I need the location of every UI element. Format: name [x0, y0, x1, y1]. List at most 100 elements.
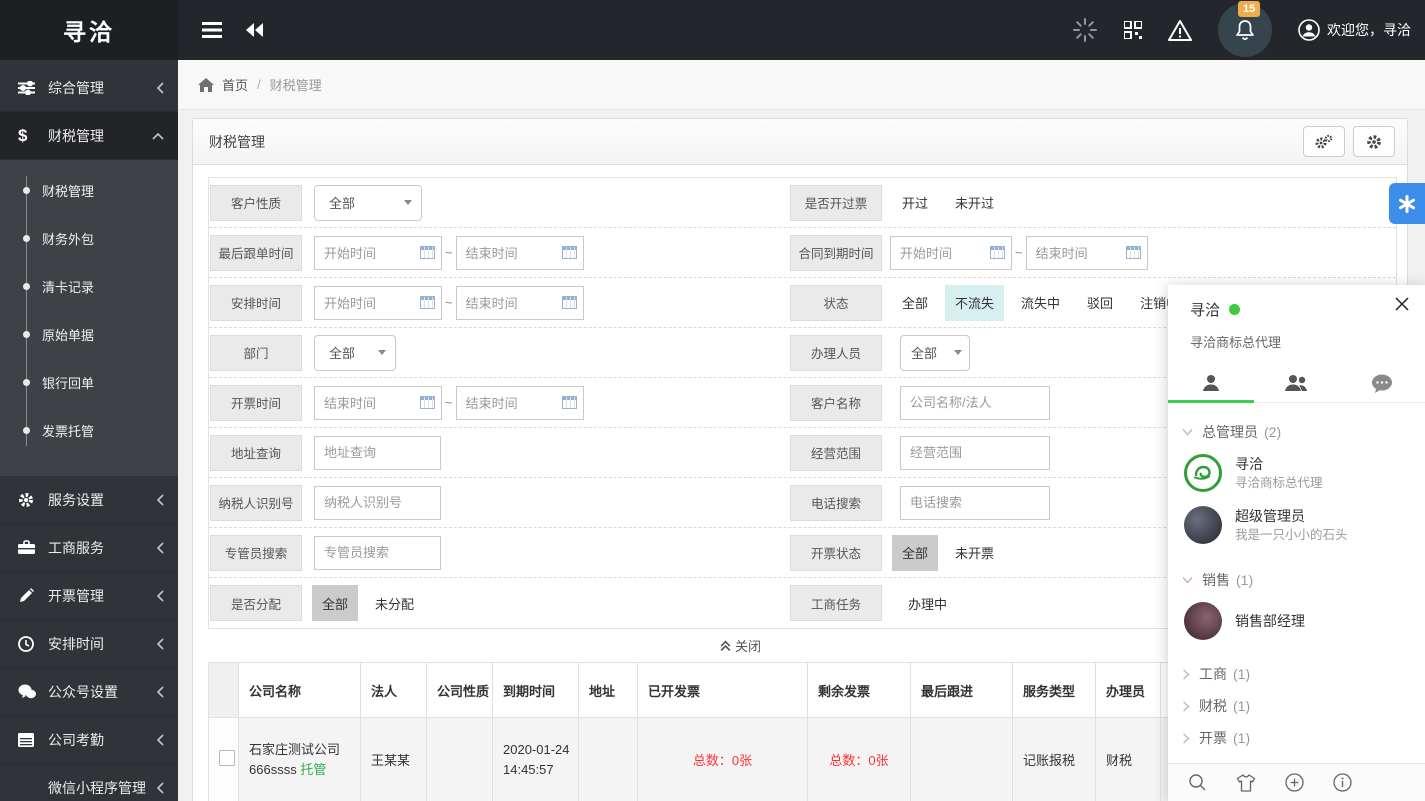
sidebar-item-schedule-time[interactable]: 安排时间: [0, 620, 178, 668]
status-option-rejected[interactable]: 驳回: [1077, 285, 1123, 321]
chat-bubble-icon: [1371, 374, 1393, 393]
handler-select[interactable]: 全部: [900, 335, 970, 371]
assigned-option-all[interactable]: 全部: [312, 585, 358, 621]
gear-icon: [1366, 134, 1382, 150]
filter-label-contract-expiry: 合同到期时间: [790, 235, 882, 271]
group-business[interactable]: 工商(1): [1168, 659, 1425, 689]
filter-label-department: 部门: [210, 335, 302, 371]
row-checkbox[interactable]: [219, 750, 235, 766]
sidebar-item-business-services[interactable]: 工商服务: [0, 524, 178, 572]
sidebar-item-company-attendance[interactable]: 公司考勤: [0, 716, 178, 764]
submenu-item-bank-receipts[interactable]: 银行回单: [0, 358, 178, 406]
status-option-not-lost[interactable]: 不流失: [945, 285, 1004, 321]
chevron-left-icon: [156, 638, 164, 650]
sidebar-item-service-settings[interactable]: 服务设置: [0, 476, 178, 524]
start-date-input[interactable]: 开始时间: [314, 236, 442, 270]
settings-gears-button[interactable]: [1303, 126, 1345, 157]
breadcrumb-current: 财税管理: [270, 75, 322, 94]
group-sales[interactable]: 销售(1): [1168, 565, 1425, 595]
sidebar-item-general-management[interactable]: 综合管理: [0, 64, 178, 112]
info-icon[interactable]: [1333, 773, 1352, 792]
calendar-icon: [18, 732, 44, 747]
breadcrumb-separator: /: [257, 77, 261, 92]
start-date-input[interactable]: 开始时间: [890, 236, 1012, 270]
filter-label-taxpayer-id: 纳税人识别号: [210, 485, 302, 521]
business-task-option-processing[interactable]: 办理中: [898, 585, 957, 621]
submenu-item-original-documents[interactable]: 原始单据: [0, 310, 178, 358]
address-search-input[interactable]: [314, 436, 441, 470]
business-scope-input[interactable]: [900, 436, 1050, 470]
user-menu[interactable]: 欢迎您，寻洽: [1298, 19, 1411, 41]
tab-contacts[interactable]: [1168, 364, 1254, 402]
filter-label-business-scope: 经营范围: [790, 435, 882, 471]
chat-tabs: [1168, 364, 1425, 403]
start-date-input[interactable]: 结束时间: [314, 386, 442, 420]
chevron-left-icon: [156, 686, 164, 698]
tab-groups[interactable]: [1254, 364, 1340, 402]
shirt-icon[interactable]: [1236, 774, 1256, 792]
contact-super-admin[interactable]: 超级管理员 我是一只小小的石头: [1168, 499, 1425, 551]
supervisor-search-input[interactable]: [314, 536, 441, 570]
status-option-losing[interactable]: 流失中: [1011, 285, 1070, 321]
search-icon[interactable]: [1188, 773, 1207, 792]
invoice-status-option-all[interactable]: 全部: [892, 535, 938, 571]
start-date-input[interactable]: 开始时间: [314, 286, 442, 320]
collapse-sidebar-icon[interactable]: [246, 23, 264, 37]
notification-badge: 15: [1238, 1, 1260, 17]
taxpayer-id-input[interactable]: [314, 486, 441, 520]
notifications-bell[interactable]: 15: [1218, 3, 1272, 57]
snowflake-icon: [1398, 195, 1416, 213]
end-date-input[interactable]: 结束时间: [456, 386, 584, 420]
status-option-all[interactable]: 全部: [892, 285, 938, 321]
filter-label-last-follow-time: 最后跟单时间: [210, 235, 302, 271]
chevron-left-icon: [156, 590, 164, 602]
assigned-option-unassigned[interactable]: 未分配: [365, 585, 424, 621]
sidebar-item-finance-tax[interactable]: $ 财税管理: [0, 112, 178, 160]
calendar-icon: [562, 396, 577, 409]
submenu-item-finance-tax[interactable]: 财税管理: [0, 166, 178, 214]
loading-spinner-icon[interactable]: [1072, 17, 1098, 43]
sidebar-item-wechat-miniprogram[interactable]: 微信小程序管理: [0, 764, 178, 801]
customer-nature-select[interactable]: 全部: [314, 185, 422, 221]
floating-helper-button[interactable]: [1389, 183, 1425, 224]
group-finance[interactable]: 财税(1): [1168, 691, 1425, 721]
caret-down-icon: [404, 200, 412, 205]
group-invoicing[interactable]: 开票(1): [1168, 723, 1425, 753]
end-date-input[interactable]: 结束时间: [1026, 236, 1148, 270]
department-select[interactable]: 全部: [314, 335, 396, 371]
contact-xunqia[interactable]: 寻洽 寻洽商标总代理: [1168, 447, 1425, 499]
warning-icon[interactable]: [1168, 20, 1192, 41]
option-not-invoiced[interactable]: 未开过: [945, 185, 1004, 221]
tab-messages[interactable]: [1339, 364, 1425, 402]
submenu-item-invoice-custody[interactable]: 发票托管: [0, 406, 178, 454]
customer-name-input[interactable]: [900, 386, 1050, 420]
contact-sales-manager[interactable]: 销售部经理: [1168, 595, 1425, 647]
hamburger-menu-icon[interactable]: [202, 22, 222, 38]
breadcrumb: 首页 / 财税管理: [178, 60, 1425, 110]
submenu-item-card-clearing[interactable]: 清卡记录: [0, 262, 178, 310]
end-date-input[interactable]: 结束时间: [456, 286, 584, 320]
header-checkbox-cell: [209, 663, 239, 718]
invoice-status-option-not-invoiced[interactable]: 未开票: [945, 535, 1004, 571]
breadcrumb-home[interactable]: 首页: [222, 75, 248, 94]
end-date-input[interactable]: 结束时间: [456, 236, 584, 270]
settings-gear-button[interactable]: [1353, 126, 1395, 157]
plus-icon[interactable]: [1285, 773, 1304, 792]
filter-label-customer-nature: 客户性质: [210, 185, 302, 221]
submenu-item-finance-outsourcing[interactable]: 财务外包: [0, 214, 178, 262]
online-status-dot: [1229, 304, 1240, 315]
group-admins[interactable]: 总管理员(2): [1168, 417, 1425, 447]
header-remaining-invoices: 剩余发票: [808, 663, 911, 718]
filter-label-address-search: 地址查询: [210, 435, 302, 471]
gears-icon: [1315, 134, 1333, 150]
calendar-icon: [1126, 246, 1141, 259]
cell-handler: 财税: [1096, 718, 1161, 801]
sidebar-item-invoicing-management[interactable]: 开票管理: [0, 572, 178, 620]
qr-code-icon[interactable]: [1124, 21, 1142, 39]
close-icon[interactable]: [1395, 297, 1409, 311]
sidebar-item-official-account-settings[interactable]: 公众号设置: [0, 668, 178, 716]
cell-expiry-time: 2020-01-24 14:45:57: [493, 718, 579, 801]
phone-search-input[interactable]: [900, 486, 1050, 520]
cell-company-name: 石家庄测试公司 666ssss 托管: [239, 718, 361, 801]
option-invoiced[interactable]: 开过: [892, 185, 938, 221]
